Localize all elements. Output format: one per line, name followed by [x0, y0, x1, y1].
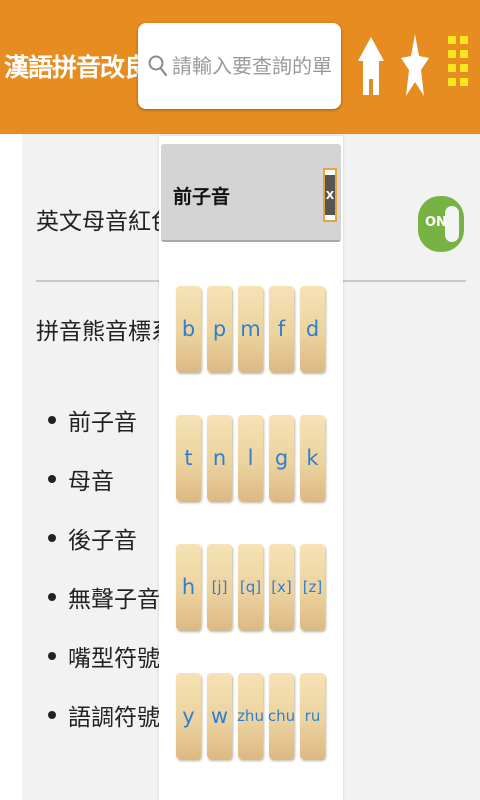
category-item[interactable]: 語調符號	[48, 685, 160, 744]
home-icon	[358, 37, 384, 95]
pinyin-tile[interactable]: n	[207, 415, 232, 501]
popup-header: 前子音 X	[161, 144, 341, 242]
category-label: 前子音	[68, 409, 137, 436]
pinyin-tile[interactable]: [j]	[207, 544, 232, 630]
home-button[interactable]	[357, 30, 385, 100]
pinyin-tile[interactable]: [z]	[300, 544, 325, 630]
category-item[interactable]: 嘴型符號	[48, 626, 160, 685]
pinyin-tile[interactable]: ru	[300, 673, 325, 759]
toggle-state-label: ON	[425, 215, 447, 230]
pinyin-tile[interactable]: zhu	[237, 673, 264, 759]
pinyin-tile[interactable]: t	[176, 415, 201, 501]
pinyin-tile[interactable]: f	[269, 286, 294, 372]
close-button[interactable]: X	[323, 168, 337, 222]
menu-button[interactable]	[447, 30, 471, 100]
bullet-icon	[48, 415, 56, 424]
top-app-bar: 漢語拼音改良版 ∨	[0, 0, 480, 134]
category-label: 嘴型符號	[68, 645, 160, 672]
pinyin-tile[interactable]: k	[300, 415, 325, 501]
star-icon	[401, 34, 429, 96]
pinyin-tile[interactable]: [q]	[238, 544, 263, 630]
consonant-popup: 前子音 X b p m f d t n l g k h [j] [q] [x] [z] y w zhu chu ru	[159, 136, 343, 800]
bullet-icon	[48, 474, 56, 483]
category-label: 後子音	[68, 527, 137, 554]
pinyin-tile[interactable]: m	[238, 286, 263, 372]
category-item[interactable]: 後子音	[48, 508, 160, 567]
pinyin-tile[interactable]: p	[207, 286, 232, 372]
popup-title: 前子音	[173, 186, 231, 208]
bullet-icon	[48, 710, 56, 719]
close-icon: X	[325, 175, 335, 215]
toggle-knob	[445, 206, 459, 242]
pinyin-tile[interactable]: g	[269, 415, 294, 501]
bullet-icon	[48, 651, 56, 660]
pinyin-tile[interactable]: y	[176, 673, 201, 759]
pinyin-tile[interactable]: chu	[268, 673, 295, 759]
search-input[interactable]	[172, 51, 332, 81]
category-label: 無聲子音	[68, 586, 160, 613]
pinyin-tile[interactable]: b	[176, 286, 201, 372]
category-item[interactable]: 前子音	[48, 390, 160, 449]
category-item[interactable]: 母音	[48, 449, 160, 508]
pinyin-tile[interactable]: [x]	[269, 544, 294, 630]
phonetic-category-list: 前子音 母音 後子音 無聲子音 嘴型符號 語調符號	[48, 390, 160, 744]
vowel-red-toggle[interactable]: ON	[418, 196, 464, 252]
pinyin-tile[interactable]: w	[207, 673, 232, 759]
pinyin-tile[interactable]: h	[176, 544, 201, 630]
category-label: 語調符號	[68, 704, 160, 731]
category-item[interactable]: 無聲子音	[48, 567, 160, 626]
menu-grid-icon	[448, 36, 468, 86]
search-icon	[148, 55, 168, 77]
pinyin-tile[interactable]: d	[300, 286, 325, 372]
category-label: 母音	[68, 468, 114, 495]
pinyin-tile[interactable]: l	[238, 415, 263, 501]
bullet-icon	[48, 533, 56, 542]
search-box[interactable]	[138, 23, 341, 109]
bullet-icon	[48, 592, 56, 601]
favorites-button[interactable]	[400, 30, 430, 100]
